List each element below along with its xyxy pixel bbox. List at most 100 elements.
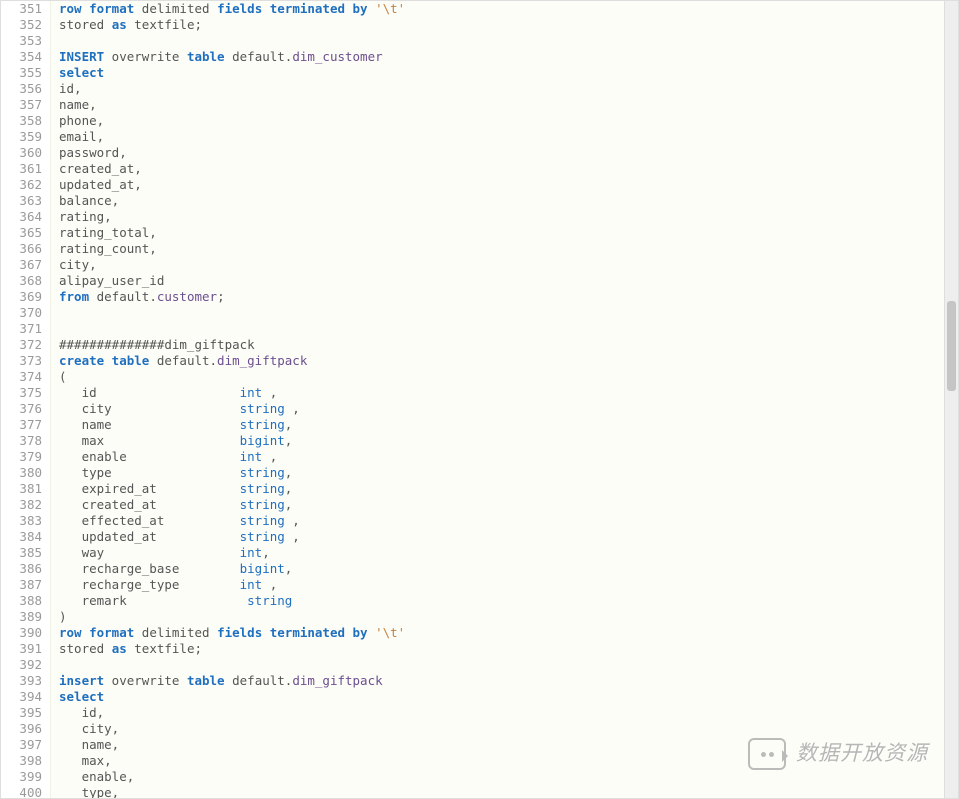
- line-number: 382: [7, 497, 42, 513]
- line-number: 384: [7, 529, 42, 545]
- code-line: id,: [59, 705, 958, 721]
- line-number: 367: [7, 257, 42, 273]
- code-line: from default.customer;: [59, 289, 958, 305]
- line-number: 378: [7, 433, 42, 449]
- watermark-text: 数据开放资源: [796, 746, 928, 762]
- scrollbar-thumb[interactable]: [947, 301, 956, 391]
- line-number: 374: [7, 369, 42, 385]
- code-line: [59, 657, 958, 673]
- code-line: name string,: [59, 417, 958, 433]
- code-line: balance,: [59, 193, 958, 209]
- line-number: 362: [7, 177, 42, 193]
- line-number: 369: [7, 289, 42, 305]
- line-number: 364: [7, 209, 42, 225]
- line-number: 376: [7, 401, 42, 417]
- code-line: city,: [59, 721, 958, 737]
- code-editor: 3513523533543553563573583593603613623633…: [0, 0, 959, 799]
- watermark: 数据开放资源: [748, 738, 928, 770]
- code-line: updated_at string ,: [59, 529, 958, 545]
- line-number: 377: [7, 417, 42, 433]
- code-line: recharge_base bigint,: [59, 561, 958, 577]
- code-line: stored as textfile;: [59, 641, 958, 657]
- code-line: rating_total,: [59, 225, 958, 241]
- line-number: 400: [7, 785, 42, 799]
- line-number: 373: [7, 353, 42, 369]
- code-line: stored as textfile;: [59, 17, 958, 33]
- code-line: row format delimited fields terminated b…: [59, 625, 958, 641]
- code-line: city,: [59, 257, 958, 273]
- line-number: 359: [7, 129, 42, 145]
- line-number: 360: [7, 145, 42, 161]
- code-line: created_at string,: [59, 497, 958, 513]
- code-line: name,: [59, 97, 958, 113]
- line-number: 357: [7, 97, 42, 113]
- code-line: effected_at string ,: [59, 513, 958, 529]
- code-line: password,: [59, 145, 958, 161]
- code-line: type,: [59, 785, 958, 798]
- line-number: 392: [7, 657, 42, 673]
- line-number: 355: [7, 65, 42, 81]
- line-number: 395: [7, 705, 42, 721]
- line-number: 387: [7, 577, 42, 593]
- line-number: 398: [7, 753, 42, 769]
- code-line: enable int ,: [59, 449, 958, 465]
- line-number: 396: [7, 721, 42, 737]
- code-line: phone,: [59, 113, 958, 129]
- line-number: 380: [7, 465, 42, 481]
- code-line: recharge_type int ,: [59, 577, 958, 593]
- line-number: 352: [7, 17, 42, 33]
- code-line: expired_at string,: [59, 481, 958, 497]
- line-number: 388: [7, 593, 42, 609]
- code-line: row format delimited fields terminated b…: [59, 1, 958, 17]
- code-line: max bigint,: [59, 433, 958, 449]
- code-area[interactable]: row format delimited fields terminated b…: [51, 1, 958, 798]
- line-number: 371: [7, 321, 42, 337]
- code-line: created_at,: [59, 161, 958, 177]
- line-number: 397: [7, 737, 42, 753]
- line-number: 363: [7, 193, 42, 209]
- code-line: enable,: [59, 769, 958, 785]
- line-number: 372: [7, 337, 42, 353]
- code-line: remark string: [59, 593, 958, 609]
- code-line: rating_count,: [59, 241, 958, 257]
- code-line: id,: [59, 81, 958, 97]
- line-number: 361: [7, 161, 42, 177]
- code-line: city string ,: [59, 401, 958, 417]
- line-number: 353: [7, 33, 42, 49]
- code-line: [59, 305, 958, 321]
- line-number: 390: [7, 625, 42, 641]
- code-line: id int ,: [59, 385, 958, 401]
- code-line: insert overwrite table default.dim_giftp…: [59, 673, 958, 689]
- line-number: 368: [7, 273, 42, 289]
- line-number: 385: [7, 545, 42, 561]
- code-line: type string,: [59, 465, 958, 481]
- code-line: ##############dim_giftpack: [59, 337, 958, 353]
- code-line: INSERT overwrite table default.dim_custo…: [59, 49, 958, 65]
- wechat-icon: [748, 738, 786, 770]
- line-number: 365: [7, 225, 42, 241]
- line-number: 383: [7, 513, 42, 529]
- code-line: [59, 33, 958, 49]
- line-number: 375: [7, 385, 42, 401]
- line-number: 379: [7, 449, 42, 465]
- code-line: ): [59, 609, 958, 625]
- code-line: rating,: [59, 209, 958, 225]
- line-number: 391: [7, 641, 42, 657]
- line-number: 394: [7, 689, 42, 705]
- line-number: 393: [7, 673, 42, 689]
- code-line: updated_at,: [59, 177, 958, 193]
- code-line: way int,: [59, 545, 958, 561]
- line-number: 351: [7, 1, 42, 17]
- line-number: 399: [7, 769, 42, 785]
- line-number: 354: [7, 49, 42, 65]
- vertical-scrollbar[interactable]: [944, 1, 958, 798]
- code-line: create table default.dim_giftpack: [59, 353, 958, 369]
- line-number: 358: [7, 113, 42, 129]
- line-number: 389: [7, 609, 42, 625]
- line-number: 386: [7, 561, 42, 577]
- line-number: 381: [7, 481, 42, 497]
- code-line: select: [59, 689, 958, 705]
- code-line: (: [59, 369, 958, 385]
- line-number-gutter: 3513523533543553563573583593603613623633…: [1, 1, 51, 798]
- code-content: row format delimited fields terminated b…: [59, 1, 958, 798]
